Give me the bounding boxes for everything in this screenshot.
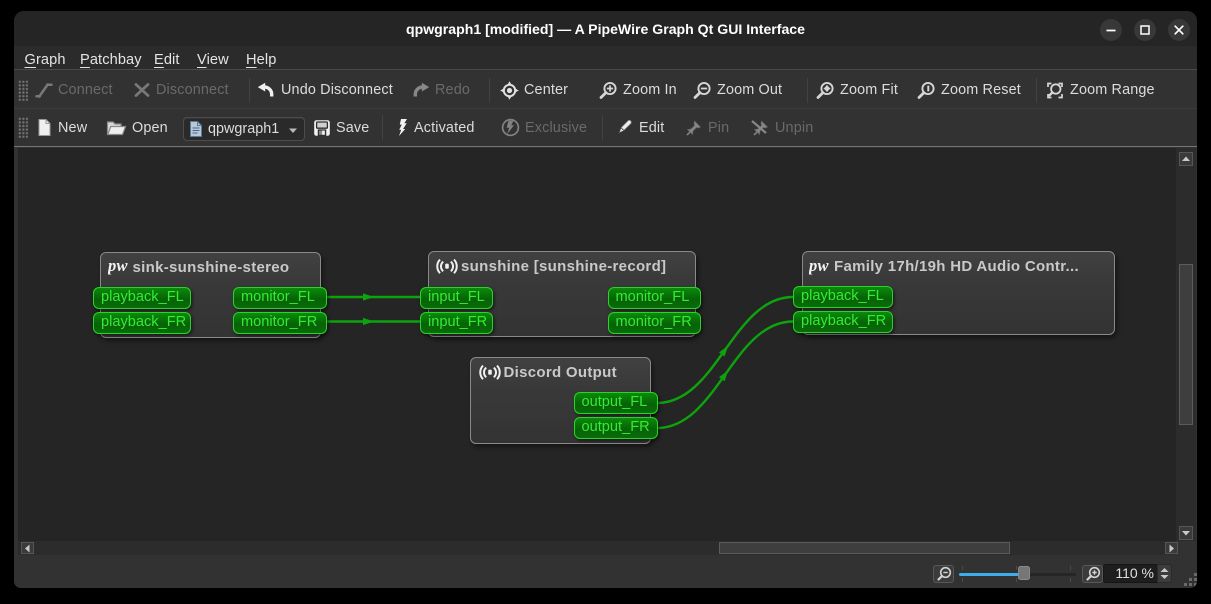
svg-text:pw: pw xyxy=(809,259,830,275)
svg-text:pw: pw xyxy=(108,259,129,275)
